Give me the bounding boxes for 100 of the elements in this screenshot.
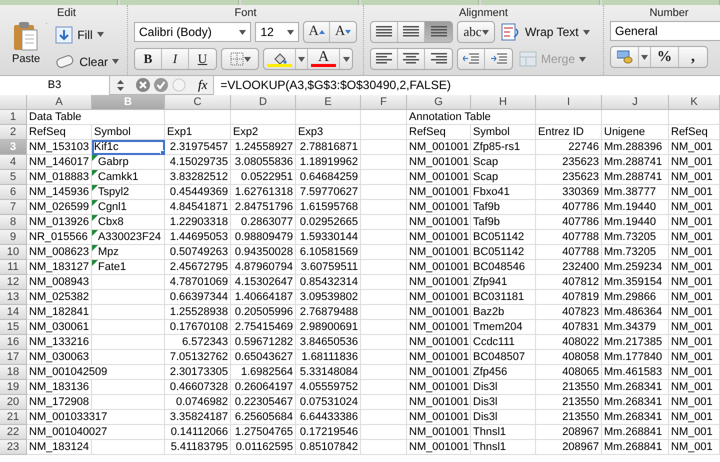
column-header[interactable]: G	[407, 95, 471, 110]
row-header[interactable]: 2	[0, 125, 27, 140]
table-cell: 408065	[536, 365, 602, 380]
percent-button[interactable]: %	[651, 47, 679, 67]
table-cell: 4.05559752	[296, 380, 361, 395]
table-cell: Tmem204	[471, 320, 536, 335]
group-title: Edit	[56, 6, 77, 21]
grow-font-button[interactable]: A	[304, 22, 330, 42]
caret-icon[interactable]	[239, 30, 246, 34]
caret-icon[interactable]	[112, 59, 119, 64]
shrink-font-button[interactable]: A	[330, 22, 356, 42]
name-box[interactable]: B3	[0, 76, 110, 94]
row-header[interactable]: 22	[0, 425, 27, 440]
table-cell: NM_001001	[407, 350, 471, 365]
row-header[interactable]: 21	[0, 410, 27, 425]
table-cell: NM_001001	[407, 320, 471, 335]
table-cell: NM_001	[669, 185, 720, 200]
caret-icon[interactable]	[298, 56, 305, 62]
font-name-field[interactable]: Calibri (Body)	[134, 22, 252, 42]
table-cell: NM_030061	[27, 320, 92, 335]
table-cell: Entrez ID	[536, 125, 602, 140]
caret-icon[interactable]	[342, 56, 350, 62]
row-header[interactable]: 6	[0, 185, 27, 200]
stepper-icon[interactable]	[116, 80, 124, 90]
row-header[interactable]: 9	[0, 230, 27, 245]
table-cell: 235623	[536, 155, 602, 170]
row-header[interactable]: 19	[0, 380, 27, 395]
table-cell	[361, 320, 407, 335]
table-cell: NM_001	[669, 350, 720, 365]
fill-color-menu[interactable]	[296, 49, 308, 69]
table-cell: 407788	[536, 245, 602, 260]
row-header[interactable]: 14	[0, 305, 27, 320]
row-header[interactable]: 23	[0, 440, 27, 455]
row-header[interactable]: 15	[0, 320, 27, 335]
row-header[interactable]: 5	[0, 170, 27, 185]
table-cell	[296, 110, 361, 125]
row-header[interactable]: 10	[0, 245, 27, 260]
paste-button[interactable]: Paste	[12, 21, 40, 75]
table-cell: 6.10581569	[296, 245, 361, 260]
column-header[interactable]: H	[471, 95, 536, 110]
table-cell: Ccdc111	[471, 335, 536, 350]
column-header[interactable]: J	[602, 95, 669, 110]
table-cell: Taf9b	[471, 215, 536, 230]
confirm-icon[interactable]	[154, 78, 168, 92]
orientation-button[interactable]: abc	[458, 22, 494, 42]
column-header[interactable]: F	[361, 95, 407, 110]
cancel-icon[interactable]	[136, 78, 150, 92]
table-cell: 208967	[536, 440, 602, 455]
row-header[interactable]: 4	[0, 155, 27, 170]
table-cell: 3.60759511	[296, 260, 361, 275]
comma-button[interactable]: ,	[679, 47, 707, 67]
table-cell: 4.15029735	[165, 155, 231, 170]
eraser-icon	[55, 54, 76, 68]
font-size-field[interactable]: 12	[255, 22, 300, 42]
table-cell	[669, 110, 720, 125]
row-header[interactable]: 11	[0, 260, 27, 275]
column-header[interactable]: C	[165, 95, 231, 110]
row-header[interactable]: 7	[0, 200, 27, 215]
function-button[interactable]: fx	[192, 77, 214, 93]
fill-button[interactable]: Fill	[53, 24, 121, 46]
formula-field[interactable]: =VLOOKUP(A3,$G$3:$O$30490,2,FALSE)	[213, 76, 720, 94]
table-cell: 5.41183795	[165, 440, 231, 455]
currency-menu[interactable]	[639, 47, 651, 67]
wrap-text-button[interactable]: Wrap Text	[499, 21, 592, 43]
column-header[interactable]: K	[669, 95, 720, 110]
table-cell: 5.33148084	[296, 365, 361, 380]
row-header[interactable]: 1	[0, 110, 27, 125]
row-header[interactable]: 16	[0, 335, 27, 350]
row-header[interactable]: 12	[0, 275, 27, 290]
table-cell: NM_153103	[27, 140, 92, 155]
row-header[interactable]: 13	[0, 290, 27, 305]
table-cell: 0.0522951	[231, 170, 296, 185]
caret-icon[interactable]	[96, 32, 104, 37]
underline-button[interactable]: U	[189, 49, 216, 69]
up-triangle-icon	[318, 30, 325, 34]
fill-color-button[interactable]	[264, 49, 296, 69]
row-header[interactable]: 17	[0, 350, 27, 365]
column-header[interactable]: I	[536, 95, 602, 110]
column-header[interactable]: A	[27, 95, 92, 110]
caret-icon[interactable]	[244, 56, 250, 62]
table-cell: NM_001	[669, 275, 720, 290]
number-format-field[interactable]: General	[610, 21, 720, 41]
vertical-align-button[interactable]	[425, 22, 452, 42]
row-header[interactable]: 8	[0, 215, 27, 230]
table-cell: Mm.288741	[602, 170, 669, 185]
caret-icon[interactable]	[582, 30, 590, 34]
column-header[interactable]: E	[296, 95, 361, 110]
error-flag-icon	[92, 230, 98, 236]
bold-button[interactable]: B	[135, 49, 162, 69]
column-header[interactable]: D	[231, 95, 296, 110]
row-header[interactable]: 18	[0, 365, 27, 380]
italic-button[interactable]: I	[162, 49, 189, 69]
table-cell: 0.98809479	[231, 230, 296, 245]
align-icon	[430, 26, 446, 38]
caret-icon[interactable]	[482, 30, 489, 34]
font-color-button[interactable]: A	[308, 49, 340, 69]
clear-button[interactable]: Clear	[53, 50, 121, 72]
caret-icon[interactable]	[641, 54, 648, 60]
caret-icon[interactable]	[287, 30, 294, 34]
row-header[interactable]: 20	[0, 395, 27, 410]
